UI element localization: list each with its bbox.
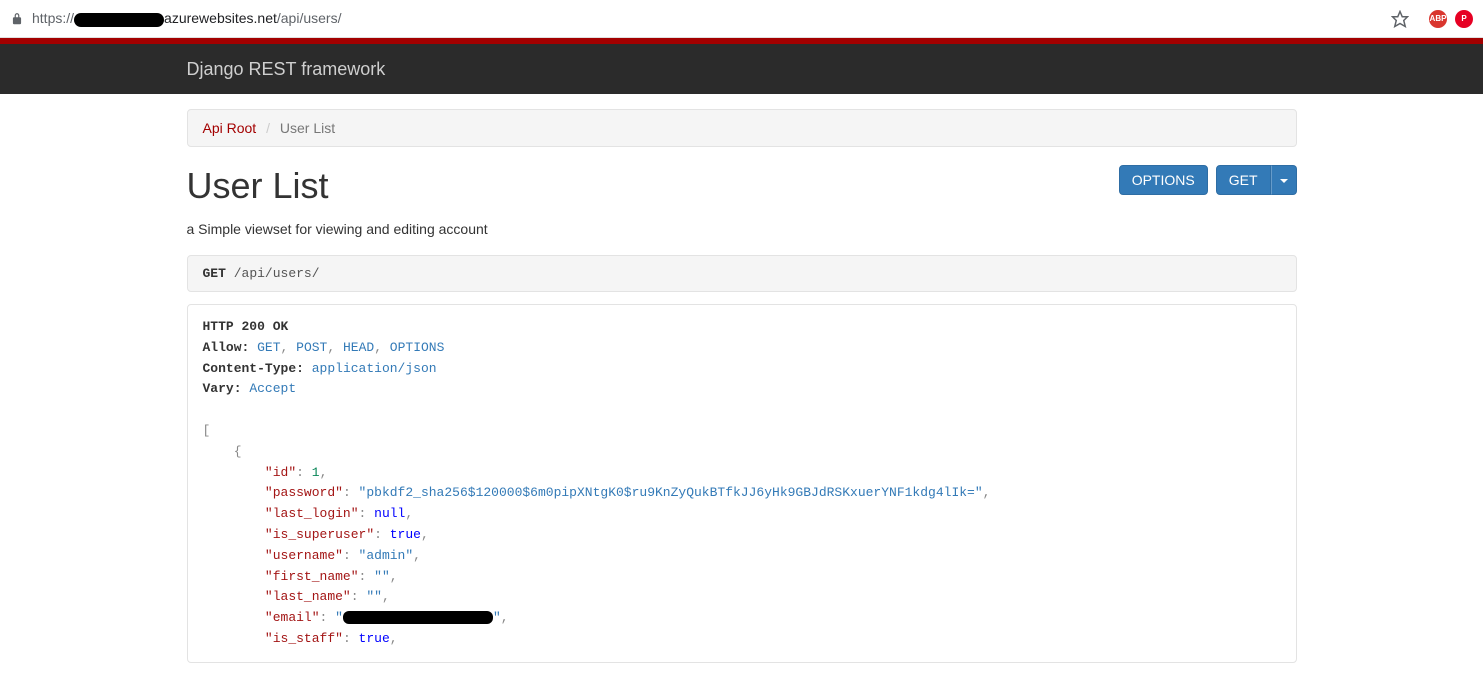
request-box: GET /api/users/ <box>187 255 1297 292</box>
breadcrumb-root[interactable]: Api Root <box>203 120 257 136</box>
request-path: /api/users/ <box>234 266 320 281</box>
url-text[interactable]: https://azurewebsites.net/api/users/ <box>32 10 1391 26</box>
response-box: HTTP 200 OK Allow: GET, POST, HEAD, OPTI… <box>187 304 1297 663</box>
vary-header-label: Vary: <box>203 381 242 396</box>
content-type-header-label: Content-Type: <box>203 361 304 376</box>
pinterest-extension-icon[interactable]: P <box>1455 10 1473 28</box>
allow-header-value: HEAD <box>343 340 374 355</box>
breadcrumb: Api Root / User List <box>187 109 1297 147</box>
status-line: HTTP 200 OK <box>203 319 289 334</box>
allow-header-value: POST <box>296 340 327 355</box>
navbar-brand[interactable]: Django REST framework <box>187 59 386 79</box>
breadcrumb-sep: / <box>266 120 270 136</box>
allow-header-value: OPTIONS <box>390 340 445 355</box>
get-dropdown-button[interactable] <box>1271 165 1297 195</box>
adblock-extension-icon[interactable]: ABP <box>1429 10 1447 28</box>
redacted-email <box>343 611 493 624</box>
breadcrumb-current: User List <box>280 120 335 136</box>
options-button[interactable]: OPTIONS <box>1119 165 1208 195</box>
bookmark-star-icon[interactable] <box>1391 10 1409 28</box>
content-type-header-value: application/json <box>312 361 437 376</box>
page-title: User List <box>187 165 1119 207</box>
browser-address-bar: https://azurewebsites.net/api/users/ ABP… <box>0 0 1483 38</box>
redacted-host <box>74 13 164 27</box>
navbar: Django REST framework <box>0 44 1483 94</box>
allow-header-value: GET <box>257 340 280 355</box>
allow-header-label: Allow: <box>203 340 250 355</box>
caret-down-icon <box>1280 179 1288 183</box>
request-method: GET <box>203 266 226 281</box>
get-button-group: GET <box>1216 165 1297 195</box>
vary-header-value: Accept <box>249 381 296 396</box>
get-button[interactable]: GET <box>1216 165 1271 195</box>
page-description: a Simple viewset for viewing and editing… <box>187 221 1297 237</box>
lock-icon <box>10 12 24 26</box>
action-buttons: OPTIONS GET <box>1119 165 1297 195</box>
